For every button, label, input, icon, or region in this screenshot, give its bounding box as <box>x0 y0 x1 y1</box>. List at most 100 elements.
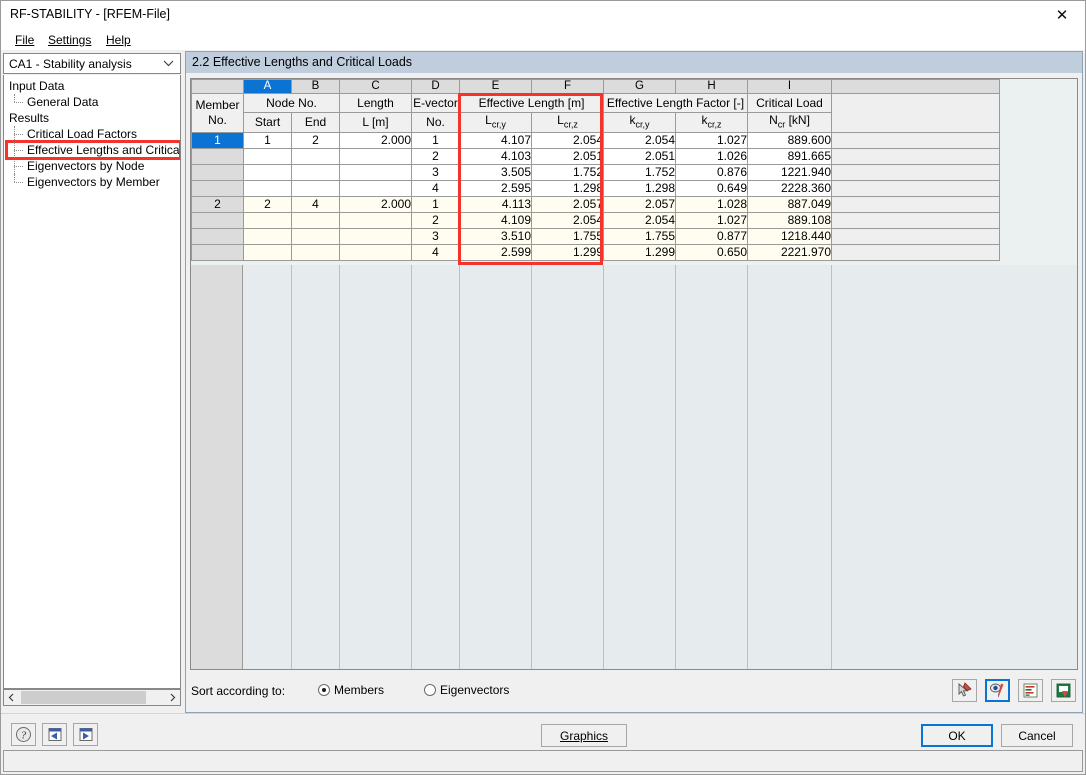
row-header[interactable]: 1 <box>191 132 244 150</box>
cell-kcry[interactable]: 1.755 <box>603 228 676 246</box>
cell-end[interactable] <box>291 228 340 246</box>
analysis-case-combobox[interactable]: CA1 - Stability analysis <box>3 53 181 74</box>
table-row[interactable]: 3 3.510 1.755 1.755 0.877 1218.440 <box>191 228 1000 246</box>
column-letter-d[interactable]: D <box>411 79 460 94</box>
tree-item-effective-lengths[interactable]: Effective Lengths and Critical Lo <box>5 140 180 160</box>
cell-evector[interactable]: 4 <box>411 244 460 262</box>
column-letter-c[interactable]: C <box>339 79 412 94</box>
column-letter-a[interactable]: A <box>243 79 292 94</box>
cell-start[interactable]: 1 <box>243 132 292 150</box>
cell-lcrz[interactable]: 1.298 <box>531 180 604 198</box>
row-header[interactable] <box>191 164 244 182</box>
cell-ncr[interactable]: 1218.440 <box>747 228 832 246</box>
cell-length[interactable] <box>339 212 412 230</box>
cell-lcrz[interactable]: 1.752 <box>531 164 604 182</box>
row-header[interactable]: 2 <box>191 196 244 214</box>
cell-length[interactable] <box>339 228 412 246</box>
cell-kcry[interactable]: 2.054 <box>603 132 676 150</box>
scrollbar-track[interactable] <box>19 690 165 705</box>
cell-length[interactable] <box>339 148 412 166</box>
next-table-button[interactable] <box>73 723 98 746</box>
ok-button[interactable]: OK <box>921 724 993 747</box>
cell-lcry[interactable]: 4.103 <box>459 148 532 166</box>
column-letter-f[interactable]: F <box>531 79 604 94</box>
cell-end[interactable] <box>291 180 340 198</box>
table-row[interactable]: 2 4.103 2.051 2.051 1.026 891.665 <box>191 148 1000 166</box>
cell-start[interactable] <box>243 212 292 230</box>
row-header[interactable] <box>191 244 244 262</box>
cell-lcry[interactable]: 4.109 <box>459 212 532 230</box>
table-row[interactable]: 4 2.595 1.298 1.298 0.649 2228.360 <box>191 180 1000 198</box>
tree-item-eigenvectors-by-member[interactable]: Eigenvectors by Member <box>7 174 180 190</box>
cell-end[interactable] <box>291 164 340 182</box>
cell-length[interactable]: 2.000 <box>339 196 412 214</box>
tree-item-input-data[interactable]: Input Data <box>7 78 180 94</box>
cell-kcrz[interactable]: 0.876 <box>675 164 748 182</box>
column-letter-h[interactable]: H <box>675 79 748 94</box>
cell-ncr[interactable]: 889.600 <box>747 132 832 150</box>
cell-evector[interactable]: 3 <box>411 228 460 246</box>
column-letter-i[interactable]: I <box>747 79 832 94</box>
cell-lcry[interactable]: 2.595 <box>459 180 532 198</box>
cell-end[interactable] <box>291 212 340 230</box>
cell-ncr[interactable]: 889.108 <box>747 212 832 230</box>
row-header[interactable] <box>191 180 244 198</box>
help-button[interactable]: ? <box>11 723 36 746</box>
menu-item-settings[interactable]: Settings <box>42 32 97 49</box>
cell-lcry[interactable]: 3.510 <box>459 228 532 246</box>
cell-kcrz[interactable]: 0.877 <box>675 228 748 246</box>
cell-kcrz[interactable]: 1.026 <box>675 148 748 166</box>
cell-ncr[interactable]: 2228.360 <box>747 180 832 198</box>
cell-start[interactable] <box>243 180 292 198</box>
sidebar-horizontal-scrollbar[interactable] <box>3 689 181 706</box>
table-row[interactable]: 2 2 4 2.000 1 4.113 2.057 2.057 1.028 88… <box>191 196 1000 214</box>
cell-evector[interactable]: 1 <box>411 132 460 150</box>
cell-lcry[interactable]: 2.599 <box>459 244 532 262</box>
cell-kcry[interactable]: 2.057 <box>603 196 676 214</box>
excel-export-tool-icon[interactable] <box>1051 679 1076 702</box>
cell-start[interactable]: 2 <box>243 196 292 214</box>
list-filter-tool-icon[interactable] <box>1018 679 1043 702</box>
cell-evector[interactable]: 3 <box>411 164 460 182</box>
cell-lcrz[interactable]: 2.051 <box>531 148 604 166</box>
cell-kcry[interactable]: 2.054 <box>603 212 676 230</box>
cell-lcrz[interactable]: 1.299 <box>531 244 604 262</box>
cell-length[interactable] <box>339 164 412 182</box>
cell-lcry[interactable]: 4.113 <box>459 196 532 214</box>
cell-kcry[interactable]: 1.299 <box>603 244 676 262</box>
cell-kcrz[interactable]: 0.649 <box>675 180 748 198</box>
cell-lcrz[interactable]: 2.054 <box>531 212 604 230</box>
row-header[interactable] <box>191 212 244 230</box>
chevron-down-icon[interactable] <box>160 60 180 67</box>
cell-kcrz[interactable]: 1.027 <box>675 132 748 150</box>
table-row[interactable]: 1 1 2 2.000 1 4.107 2.054 2.054 1.027 88… <box>191 132 1000 150</box>
empty-grid-area[interactable] <box>191 265 1077 669</box>
cell-start[interactable] <box>243 148 292 166</box>
scroll-left-icon[interactable] <box>4 690 19 705</box>
column-letter-b[interactable]: B <box>291 79 340 94</box>
cell-end[interactable]: 4 <box>291 196 340 214</box>
cell-kcrz[interactable]: 0.650 <box>675 244 748 262</box>
cell-evector[interactable]: 2 <box>411 148 460 166</box>
cancel-button[interactable]: Cancel <box>1001 724 1073 747</box>
cell-ncr[interactable]: 887.049 <box>747 196 832 214</box>
cell-start[interactable] <box>243 228 292 246</box>
cell-evector[interactable]: 2 <box>411 212 460 230</box>
table-row[interactable]: 2 4.109 2.054 2.054 1.027 889.108 <box>191 212 1000 230</box>
cell-kcrz[interactable]: 1.028 <box>675 196 748 214</box>
radio-sort-members[interactable]: Members <box>318 683 384 697</box>
tree-item-eigenvectors-by-node[interactable]: Eigenvectors by Node <box>7 158 180 174</box>
scroll-right-icon[interactable] <box>165 690 180 705</box>
visibility-tool-icon[interactable] <box>985 679 1010 702</box>
tree-item-results[interactable]: Results <box>7 110 180 126</box>
cell-kcry[interactable]: 1.752 <box>603 164 676 182</box>
row-header[interactable] <box>191 148 244 166</box>
tree-item-critical-load-factors[interactable]: Critical Load Factors <box>7 126 180 142</box>
cell-lcrz[interactable]: 1.755 <box>531 228 604 246</box>
cell-start[interactable] <box>243 244 292 262</box>
cell-end[interactable] <box>291 148 340 166</box>
cell-ncr[interactable]: 1221.940 <box>747 164 832 182</box>
cell-lcry[interactable]: 3.505 <box>459 164 532 182</box>
scrollbar-thumb[interactable] <box>21 691 146 704</box>
tree-item-general-data[interactable]: General Data <box>7 94 180 110</box>
